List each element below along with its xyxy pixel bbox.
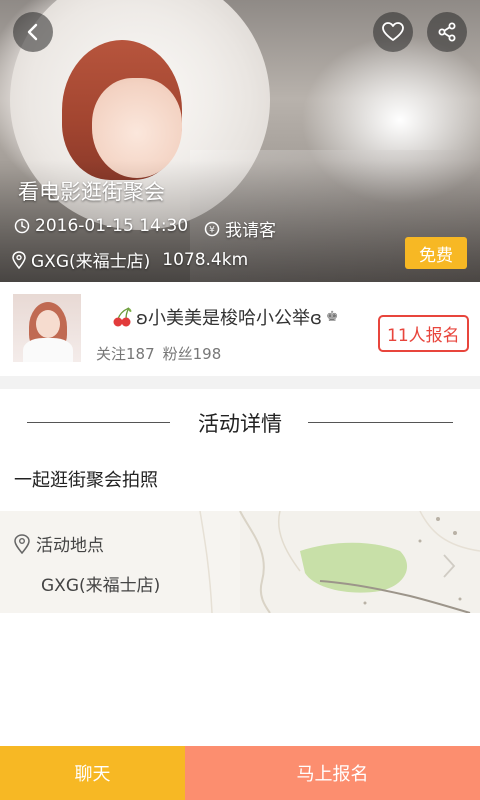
chat-button[interactable]: 聊天: [0, 746, 185, 800]
section-title: 活动详情: [198, 412, 282, 436]
divider: [0, 376, 480, 389]
clock-icon: [14, 218, 30, 234]
location-pin-icon: [12, 250, 26, 269]
join-button[interactable]: 马上报名: [185, 746, 480, 800]
svg-text:¥: ¥: [209, 225, 215, 235]
event-payment: ¥ 我请客: [204, 216, 276, 241]
map-location-label-text: 活动地点: [36, 536, 104, 556]
event-location: GXG(来福士店) 1078.4km: [12, 247, 248, 272]
event-payment-text: 我请客: [225, 221, 276, 241]
signup-count-badge[interactable]: 11人报名: [378, 315, 469, 352]
event-title: 看电影逛街聚会: [18, 180, 165, 204]
organizer-stats: 关注187 粉丝198: [96, 343, 221, 364]
share-icon: [438, 22, 456, 42]
map-location-label: 活动地点: [14, 531, 104, 556]
event-location-text: GXG(来福士店): [31, 252, 151, 272]
chevron-left-icon: [27, 23, 38, 41]
event-description: 一起逛街聚会拍照: [14, 470, 158, 491]
event-time: 2016-01-15 14:30: [14, 216, 188, 236]
divider: [308, 422, 453, 423]
follow-count: 关注187: [96, 345, 155, 363]
crown-icon: ♚: [325, 309, 339, 325]
organizer-name: ʚ小美美是梭哈小公举ɞ ♚: [112, 304, 338, 330]
yen-icon: ¥: [204, 221, 220, 236]
details-header: 活动详情: [0, 404, 480, 440]
organizer-name-text: ʚ小美美是梭哈小公举ɞ: [136, 308, 322, 329]
map-address: GXG(来福士店): [41, 576, 161, 596]
heart-icon: [382, 22, 404, 41]
bottom-action-bar: 聊天 马上报名: [0, 746, 480, 800]
event-distance: 1078.4km: [162, 249, 249, 270]
price-badge: 免费: [405, 237, 467, 269]
avatar[interactable]: [13, 294, 81, 362]
favorite-button[interactable]: [373, 12, 413, 52]
back-button[interactable]: [13, 12, 53, 52]
location-pin-icon: [14, 533, 30, 554]
location-map[interactable]: [0, 511, 480, 613]
cherry-icon: [113, 307, 132, 327]
event-time-text: 2016-01-15 14:30: [35, 216, 189, 236]
share-button[interactable]: [427, 12, 467, 52]
chevron-right-icon[interactable]: [442, 553, 456, 579]
map-graphic: [0, 511, 480, 613]
fans-count: 粉丝198: [162, 345, 222, 363]
